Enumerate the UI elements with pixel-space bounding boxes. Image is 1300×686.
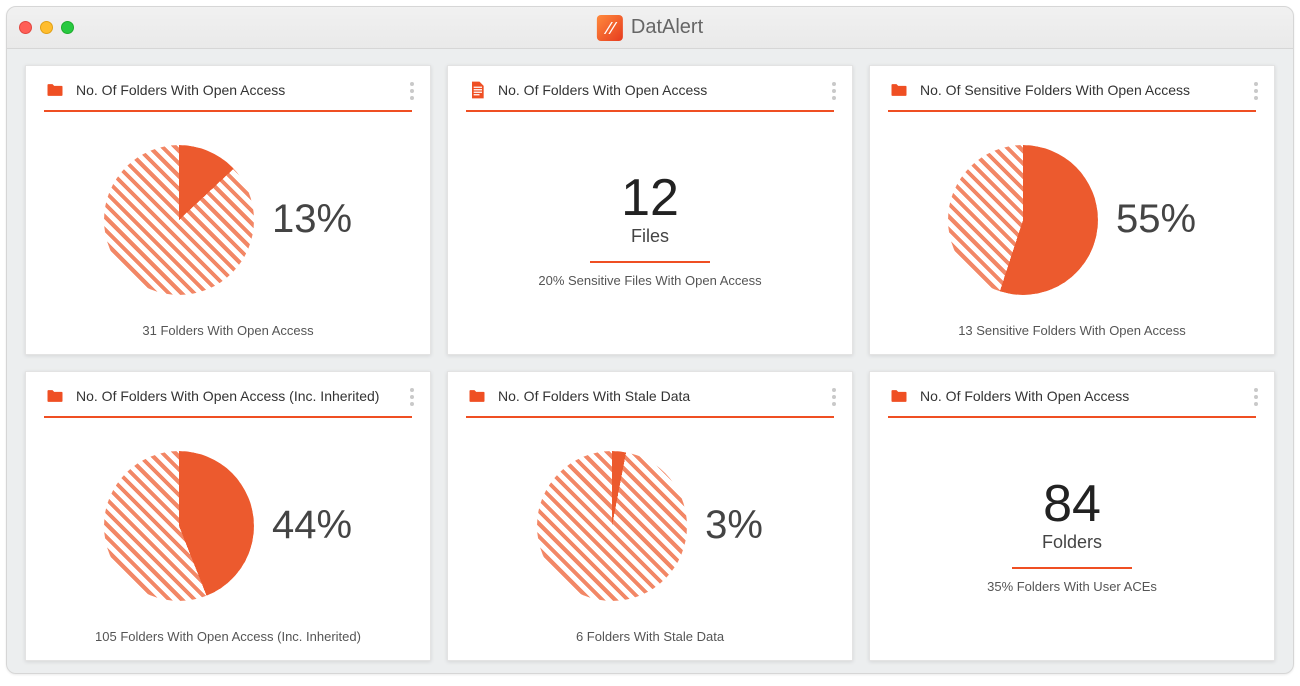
card-footer: 13 Sensitive Folders With Open Access xyxy=(888,323,1256,344)
card-menu-button[interactable] xyxy=(828,78,840,104)
card-body: 3% xyxy=(466,422,834,629)
card-header: No. Of Folders With Stale Data xyxy=(466,386,834,416)
card-title: No. Of Folders With Open Access xyxy=(498,82,707,98)
folder-icon xyxy=(888,80,910,100)
app-header: DatAlert xyxy=(597,15,703,41)
card-header: No. Of Folders With Open Access xyxy=(466,80,834,110)
pie-chart: 55% xyxy=(948,145,1196,295)
dashboard-card: No. Of Folders With Stale Data 3% 6 Folder… xyxy=(447,371,853,661)
card-title: No. Of Folders With Stale Data xyxy=(498,388,690,404)
pie-percent-label: 55% xyxy=(1116,197,1196,242)
card-divider xyxy=(888,416,1256,418)
card-title: No. Of Folders With Open Access xyxy=(76,82,285,98)
card-title: No. Of Folders With Open Access xyxy=(920,388,1129,404)
titlebar: DatAlert xyxy=(7,7,1293,49)
card-menu-button[interactable] xyxy=(1250,78,1262,104)
app-logo-icon xyxy=(597,15,623,41)
maximize-window-button[interactable] xyxy=(61,21,74,34)
card-body: 13% xyxy=(44,116,412,323)
card-menu-button[interactable] xyxy=(406,78,418,104)
pie-percent-label: 44% xyxy=(272,503,352,548)
card-body: 12Files 20% Sensitive Files With Open Acc… xyxy=(466,116,834,344)
folder-icon xyxy=(466,386,488,406)
pie-chart: 44% xyxy=(104,451,352,601)
pie-graphic xyxy=(948,145,1098,295)
metric-stack: 84Folders 35% Folders With User ACEs xyxy=(987,478,1157,594)
card-body: 55% xyxy=(888,116,1256,323)
card-header: No. Of Folders With Open Access xyxy=(888,386,1256,416)
card-body: 44% xyxy=(44,422,412,629)
metric-unit: Folders xyxy=(1042,532,1102,553)
minimize-window-button[interactable] xyxy=(40,21,53,34)
card-footer: 6 Folders With Stale Data xyxy=(466,629,834,650)
card-header: No. Of Sensitive Folders With Open Acces… xyxy=(888,80,1256,110)
folder-icon xyxy=(888,386,910,406)
card-divider xyxy=(466,110,834,112)
dashboard-card: No. Of Folders With Open Access 13% 31 Fol… xyxy=(25,65,431,355)
card-menu-button[interactable] xyxy=(406,384,418,410)
card-divider xyxy=(466,416,834,418)
metric-value: 12 xyxy=(621,172,679,224)
metric-divider xyxy=(590,261,710,263)
card-header: No. Of Folders With Open Access xyxy=(44,80,412,110)
dashboard-card: No. Of Folders With Open Access 84Folders… xyxy=(869,371,1275,661)
app-window: DatAlert No. Of Folders With Open Access… xyxy=(6,6,1294,674)
card-footer: 105 Folders With Open Access (Inc. Inher… xyxy=(44,629,412,650)
pie-chart: 13% xyxy=(104,145,352,295)
window-controls xyxy=(19,21,74,34)
pie-percent-label: 3% xyxy=(705,503,763,548)
dashboard-card: No. Of Folders With Open Access 12Files 20… xyxy=(447,65,853,355)
card-menu-button[interactable] xyxy=(828,384,840,410)
cards-grid: No. Of Folders With Open Access 13% 31 Fol… xyxy=(25,65,1275,663)
dashboard-card: No. Of Folders With Open Access (Inc. In… xyxy=(25,371,431,661)
card-divider xyxy=(44,416,412,418)
pie-graphic xyxy=(104,451,254,601)
card-divider xyxy=(44,110,412,112)
dashboard-content: No. Of Folders With Open Access 13% 31 Fol… xyxy=(7,49,1293,673)
dashboard-card: No. Of Sensitive Folders With Open Acces… xyxy=(869,65,1275,355)
card-header: No. Of Folders With Open Access (Inc. In… xyxy=(44,386,412,416)
pie-graphic xyxy=(537,451,687,601)
card-body: 84Folders 35% Folders With User ACEs xyxy=(888,422,1256,650)
card-menu-button[interactable] xyxy=(1250,384,1262,410)
card-title: No. Of Folders With Open Access (Inc. In… xyxy=(76,388,379,404)
metric-divider xyxy=(1012,567,1132,569)
close-window-button[interactable] xyxy=(19,21,32,34)
pie-chart: 3% xyxy=(537,451,763,601)
metric-value: 84 xyxy=(1043,478,1101,530)
metric-subtext: 20% Sensitive Files With Open Access xyxy=(538,273,761,288)
app-title: DatAlert xyxy=(631,16,703,39)
folder-icon xyxy=(44,386,66,406)
pie-percent-label: 13% xyxy=(272,197,352,242)
card-footer: 31 Folders With Open Access xyxy=(44,323,412,344)
card-title: No. Of Sensitive Folders With Open Acces… xyxy=(920,82,1190,98)
metric-subtext: 35% Folders With User ACEs xyxy=(987,579,1157,594)
metric-stack: 12Files 20% Sensitive Files With Open Acc… xyxy=(538,172,761,288)
folder-icon xyxy=(44,80,66,100)
metric-unit: Files xyxy=(631,226,669,247)
pie-graphic xyxy=(104,145,254,295)
file-icon xyxy=(466,80,488,100)
card-divider xyxy=(888,110,1256,112)
